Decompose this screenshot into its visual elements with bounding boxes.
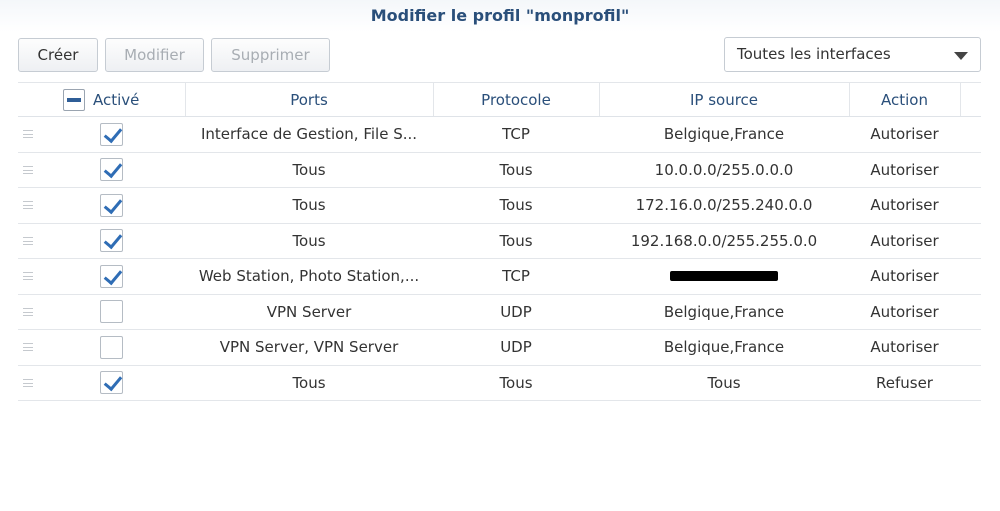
- toolbar: Créer Modifier Supprimer Toutes les inte…: [0, 36, 1000, 74]
- source-ip-cell: Tous: [707, 373, 741, 392]
- action-cell: Autoriser: [870, 196, 939, 215]
- ports-cell: Tous: [292, 231, 326, 250]
- action-cell: Autoriser: [870, 338, 939, 357]
- source-ip-cell: 10.0.0.0/255.0.0.0: [654, 160, 794, 179]
- protocol-cell: Tous: [499, 373, 533, 392]
- source-ip-cell: Belgique,France: [663, 338, 785, 357]
- header-ports[interactable]: Ports: [185, 83, 433, 116]
- enabled-cell[interactable]: [78, 117, 146, 152]
- enabled-cell[interactable]: [78, 153, 146, 188]
- protocol-cell: UDP: [500, 338, 532, 357]
- drag-cell[interactable]: [18, 330, 38, 365]
- source-ip-cell: Belgique,France: [663, 302, 785, 321]
- ports-cell: Interface de Gestion, File S...: [200, 125, 418, 144]
- enabled-cell[interactable]: [78, 224, 146, 259]
- modify-button[interactable]: Modifier: [105, 38, 204, 72]
- ports-cell: Tous: [292, 373, 326, 392]
- source-ip-cell: 192.168.0.0/255.255.0.0: [630, 231, 818, 250]
- drag-handle-icon[interactable]: [23, 272, 33, 281]
- protocol-cell: TCP: [502, 267, 530, 286]
- enabled-checkbox[interactable]: [100, 335, 123, 359]
- drag-cell[interactable]: [18, 366, 38, 401]
- enabled-checkbox[interactable]: [100, 193, 123, 217]
- enabled-cell[interactable]: [78, 188, 146, 223]
- header-enabled-label: Activé: [93, 90, 140, 109]
- drag-handle-icon[interactable]: [23, 130, 33, 139]
- protocol-cell: TCP: [502, 125, 530, 144]
- enabled-checkbox[interactable]: [100, 371, 123, 395]
- action-cell: Autoriser: [870, 267, 939, 286]
- enabled-cell[interactable]: [78, 259, 146, 294]
- action-cell: Refuser: [876, 373, 933, 392]
- interface-filter-select[interactable]: Toutes les interfaces: [724, 37, 981, 72]
- source-ip-cell: 172.16.0.0/255.240.0.0: [635, 196, 813, 215]
- dialog-title: Modifier le profil "monprofil": [0, 0, 1000, 32]
- enabled-cell[interactable]: [78, 330, 146, 365]
- drag-cell[interactable]: [18, 188, 38, 223]
- enabled-checkbox[interactable]: [100, 300, 123, 324]
- drag-handle-icon[interactable]: [23, 236, 33, 245]
- drag-handle-icon[interactable]: [23, 165, 33, 174]
- protocol-cell: Tous: [499, 231, 533, 250]
- table-row[interactable]: Tous Tous 192.168.0.0/255.255.0.0 Autoriser: [18, 224, 981, 259]
- protocol-cell: Tous: [499, 196, 533, 215]
- drag-handle-icon[interactable]: [23, 307, 33, 316]
- drag-cell[interactable]: [18, 153, 38, 188]
- ports-cell: VPN Server: [266, 302, 352, 321]
- enabled-checkbox[interactable]: [100, 122, 123, 146]
- header-source-ip[interactable]: IP source: [599, 83, 849, 116]
- select-all-checkbox[interactable]: [63, 88, 85, 111]
- action-cell: Autoriser: [870, 125, 939, 144]
- enabled-checkbox[interactable]: [100, 229, 123, 253]
- drag-cell[interactable]: [18, 295, 38, 330]
- table-header: Activé Ports Protocole IP source Action: [18, 82, 981, 117]
- drag-cell[interactable]: [18, 259, 38, 294]
- source-ip-cell: Belgique,France: [663, 125, 785, 144]
- action-cell: Autoriser: [870, 231, 939, 250]
- table-row[interactable]: Tous Tous 10.0.0.0/255.0.0.0 Autoriser: [18, 153, 981, 188]
- drag-handle-icon[interactable]: [23, 343, 33, 352]
- ports-cell: Web Station, Photo Station,...: [198, 267, 420, 286]
- protocol-cell: Tous: [499, 160, 533, 179]
- table-row[interactable]: VPN Server UDP Belgique,France Autoriser: [18, 295, 981, 330]
- table-row[interactable]: Interface de Gestion, File S... TCP Belgiq…: [18, 117, 981, 153]
- enabled-cell[interactable]: [78, 295, 146, 330]
- table-row[interactable]: Tous Tous Tous Refuser: [18, 366, 981, 401]
- redacted-block: [670, 271, 778, 282]
- delete-button[interactable]: Supprimer: [211, 38, 330, 72]
- drag-handle-icon[interactable]: [23, 201, 33, 210]
- enabled-cell[interactable]: [78, 366, 146, 401]
- drag-cell[interactable]: [18, 224, 38, 259]
- table-row[interactable]: VPN Server, VPN Server UDP Belgique,France…: [18, 330, 981, 366]
- ports-cell: Tous: [292, 196, 326, 215]
- header-enabled[interactable]: Activé: [63, 83, 185, 116]
- column-divider: [960, 83, 961, 116]
- drag-handle-icon[interactable]: [23, 378, 33, 387]
- enabled-checkbox[interactable]: [100, 158, 123, 182]
- rules-table: Activé Ports Protocole IP source Action …: [18, 82, 981, 401]
- chevron-down-icon: [954, 52, 968, 60]
- interface-filter-value: Toutes les interfaces: [737, 45, 891, 63]
- drag-cell[interactable]: [18, 117, 38, 152]
- source-ip-cell: [599, 259, 849, 294]
- ports-cell: VPN Server, VPN Server: [219, 338, 399, 357]
- protocol-cell: UDP: [500, 302, 532, 321]
- header-protocol[interactable]: Protocole: [433, 83, 599, 116]
- enabled-checkbox[interactable]: [100, 264, 123, 288]
- create-button[interactable]: Créer: [18, 38, 98, 72]
- ports-cell: Tous: [292, 160, 326, 179]
- action-cell: Autoriser: [870, 302, 939, 321]
- table-row[interactable]: Web Station, Photo Station,... TCP Autoris…: [18, 259, 981, 295]
- table-row[interactable]: Tous Tous 172.16.0.0/255.240.0.0 Autoriser: [18, 188, 981, 224]
- header-action[interactable]: Action: [849, 83, 960, 116]
- action-cell: Autoriser: [870, 160, 939, 179]
